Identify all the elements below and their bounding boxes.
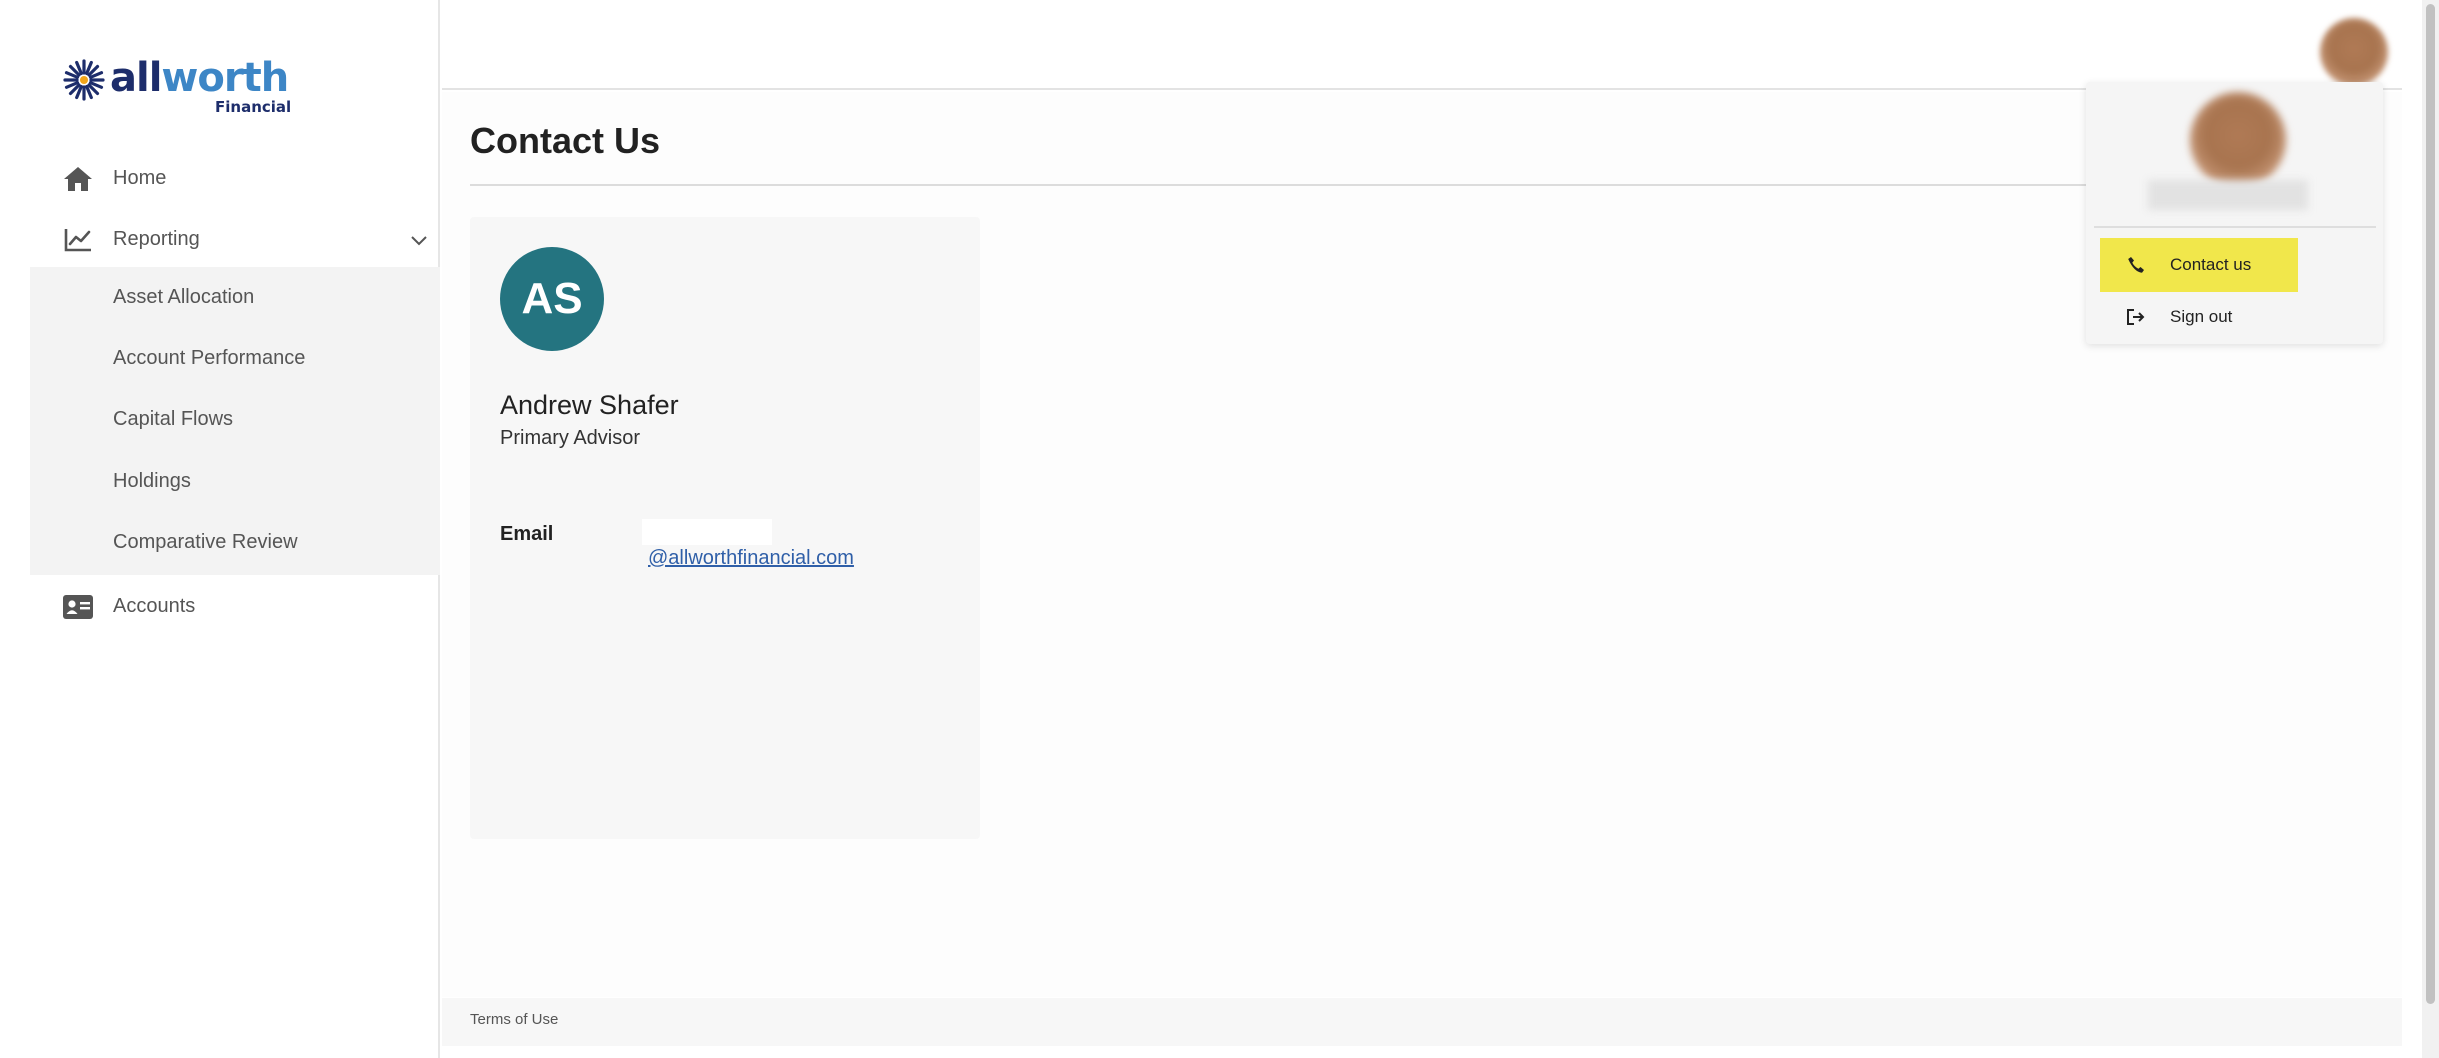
chevron-down-icon[interactable] [408,229,430,251]
email-label: Email [500,523,554,545]
reporting-submenu: Asset Allocation Account Performance Cap… [30,267,440,575]
menu-item-sign-out[interactable]: Sign out [2100,290,2298,344]
email-redaction [642,519,772,545]
advisor-initials-avatar: AS [500,247,604,351]
sidebar-subitem-label: Comparative Review [113,531,298,553]
sidebar: allworth Financial Home Reporting Asset … [0,0,440,1058]
user-avatar [2190,92,2286,188]
logo-subtitle: Financial [215,98,292,116]
email-domain: @allworthfinancial.com [648,547,854,569]
title-divider [470,184,2088,186]
sidebar-item-label: Accounts [113,595,196,617]
terms-of-use-link[interactable]: Terms of Use [470,1011,558,1028]
page-scrollbar[interactable] [2422,0,2439,1058]
menu-item-contact-us[interactable]: Contact us [2100,238,2298,292]
chart-line-icon [62,224,94,256]
sidebar-item-label: Home [113,167,167,189]
sidebar-subitem-comparative-review[interactable]: Comparative Review [30,512,440,573]
sunburst-logo-icon [63,59,105,101]
sidebar-subitem-label: Holdings [113,470,191,492]
sign-out-icon [2126,307,2146,327]
page-footer: Terms of Use [442,998,2402,1046]
user-menu-dropdown: Contact us Sign out [2086,82,2383,344]
sidebar-item-label: Reporting [113,228,200,250]
advisor-card: AS Andrew Shafer Primary Advisor Email @… [470,217,980,839]
menu-item-label: Contact us [2170,255,2252,274]
sidebar-subitem-label: Capital Flows [113,408,234,430]
logo-wordmark: allworth [110,55,289,101]
sidebar-subitem-label: Asset Allocation [113,286,255,308]
user-avatar-button[interactable] [2320,18,2388,86]
advisor-role: Primary Advisor [500,427,641,449]
home-icon [62,163,94,195]
scrollbar-thumb[interactable] [2426,4,2435,1004]
sidebar-subitem-holdings[interactable]: Holdings [30,451,440,512]
sidebar-subitem-label: Account Performance [113,347,306,369]
sidebar-subitem-account-performance[interactable]: Account Performance [30,328,440,389]
top-header [442,0,2402,90]
sidebar-item-accounts[interactable]: Accounts [30,576,440,637]
phone-icon [2126,255,2146,275]
advisor-name: Andrew Shafer [500,390,679,420]
allworth-logo[interactable]: allworth Financial [62,52,302,122]
sidebar-subitem-asset-allocation[interactable]: Asset Allocation [30,267,440,328]
sidebar-item-reporting[interactable]: Reporting [30,209,440,270]
id-card-icon [62,591,94,623]
menu-divider [2094,226,2376,228]
menu-item-label: Sign out [2170,307,2233,326]
sidebar-item-home[interactable]: Home [30,148,440,209]
user-name-blurred [2148,180,2308,210]
sidebar-subitem-capital-flows[interactable]: Capital Flows [30,389,440,450]
page-title: Contact Us [470,120,661,161]
